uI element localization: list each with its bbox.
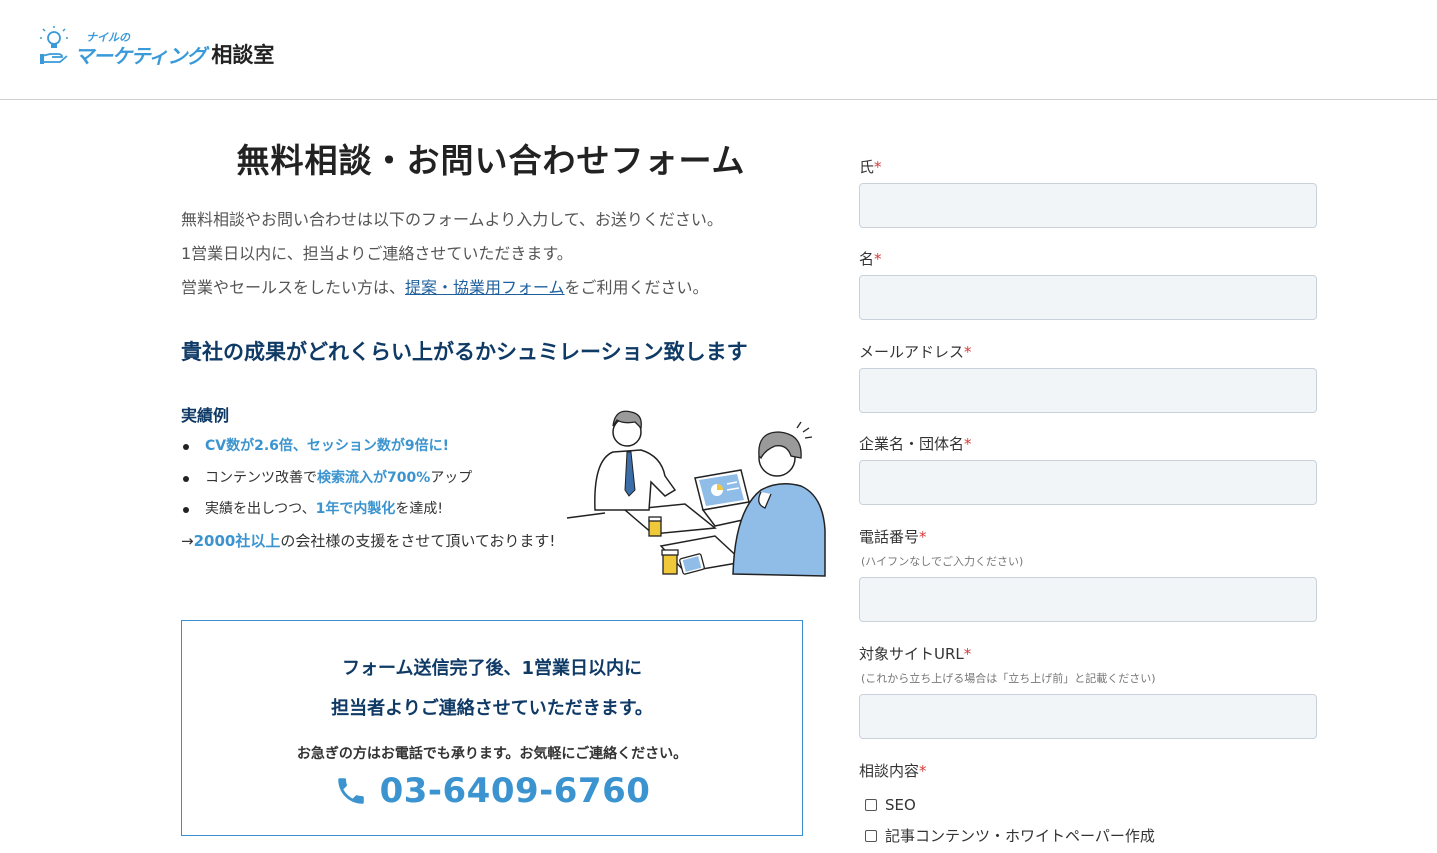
contact-box-note: お急ぎの方はお電話でも承ります。お気軽にご連絡ください。 bbox=[296, 746, 688, 762]
site-url-label: 対象サイトURL* bbox=[859, 645, 972, 663]
results-list-item: 実績を出しつつ、1年で内製化を達成! bbox=[181, 494, 472, 526]
page-title: 無料相談・お問い合わせフォーム bbox=[236, 141, 746, 180]
contact-box-line-1: フォーム送信完了後、1営業日以内に bbox=[342, 658, 642, 679]
last-name-label: 氏* bbox=[859, 158, 882, 176]
lightbulb-hand-icon bbox=[40, 26, 68, 64]
topic-option-label: 記事コンテンツ・ホワイトペーパー作成 bbox=[885, 827, 1155, 845]
site-url-hint: (これから立ち上げる場合は「立ち上げ前」と記載ください) bbox=[861, 672, 1156, 685]
company-label: 企業名・団体名* bbox=[859, 435, 972, 453]
company-input[interactable] bbox=[859, 460, 1317, 505]
intro-line-3: 営業やセールスをしたい方は、提案・協業用フォームをご利用ください。 bbox=[181, 271, 821, 305]
phone-contact[interactable]: 03-6409-6760 bbox=[182, 771, 802, 811]
topic-checkbox-content[interactable] bbox=[865, 829, 877, 842]
site-header: ナイルの マーケティング 相談室 bbox=[0, 0, 1437, 100]
required-mark: * bbox=[963, 645, 972, 663]
logo-suffix-text: 相談室 bbox=[211, 43, 275, 67]
topic-option-content[interactable]: 記事コンテンツ・ホワイトペーパー作成 bbox=[865, 825, 1155, 846]
site-url-input[interactable] bbox=[859, 694, 1317, 739]
intro-line-1: 無料相談やお問い合わせは以下のフォームより入力して、お送りください。 bbox=[181, 210, 723, 229]
logo-brand-text: マーケティング bbox=[74, 44, 206, 68]
intro-text: 無料相談やお問い合わせは以下のフォームより入力して、お送りください。 1営業日以… bbox=[181, 203, 821, 305]
phone-number[interactable]: 03-6409-6760 bbox=[380, 771, 651, 811]
consultation-illustration bbox=[566, 410, 826, 577]
results-list-item: コンテンツ改善で検索流入が700%アップ bbox=[181, 463, 472, 495]
phone-label: 電話番号* bbox=[859, 528, 927, 546]
last-name-input[interactable] bbox=[859, 183, 1317, 228]
simulation-heading: 貴社の成果がどれくらい上がるかシュミレーション致します bbox=[181, 340, 748, 364]
support-count-line: →2000社以上の会社様の支援をさせて頂いております! bbox=[181, 532, 556, 550]
intro-line-3-prefix: 営業やセールスをしたい方は、 bbox=[181, 278, 406, 297]
topic-checkbox-seo[interactable] bbox=[865, 799, 877, 811]
logo-small-text: ナイルの bbox=[86, 31, 130, 44]
topic-option-label: SEO bbox=[885, 796, 916, 814]
first-name-input[interactable] bbox=[859, 275, 1317, 320]
topic-label: 相談内容* bbox=[859, 762, 927, 780]
email-input[interactable] bbox=[859, 368, 1317, 413]
partnership-form-link[interactable]: 提案・協業用フォーム bbox=[405, 278, 565, 297]
site-logo[interactable]: ナイルの マーケティング 相談室 bbox=[40, 26, 274, 66]
intro-line-2: 1営業日以内に、担当よりご連絡させていただきます。 bbox=[181, 244, 573, 263]
required-mark: * bbox=[919, 762, 927, 780]
intro-line-3-suffix: をご利用ください。 bbox=[564, 278, 709, 297]
phone-icon bbox=[337, 778, 364, 804]
first-name-label: 名* bbox=[859, 250, 882, 268]
email-label: メールアドレス* bbox=[859, 343, 972, 361]
required-mark: * bbox=[964, 343, 972, 361]
contact-info-box: フォーム送信完了後、1営業日以内に 担当者よりご連絡させていただきます。 お急ぎ… bbox=[181, 620, 803, 836]
required-mark: * bbox=[964, 435, 972, 453]
phone-input[interactable] bbox=[859, 577, 1317, 622]
required-mark: * bbox=[919, 528, 927, 546]
results-list: CV数が2.6倍、セッション数が9倍に! コンテンツ改善で検索流入が700%アッ… bbox=[181, 431, 472, 526]
results-list-item: CV数が2.6倍、セッション数が9倍に! bbox=[181, 431, 472, 463]
topic-option-seo[interactable]: SEO bbox=[865, 796, 916, 814]
required-mark: * bbox=[874, 250, 882, 268]
required-mark: * bbox=[874, 158, 882, 176]
contact-box-line-2: 担当者よりご連絡させていただきます。 bbox=[331, 698, 653, 719]
results-title: 実績例 bbox=[181, 406, 230, 425]
phone-hint: (ハイフンなしでご入力ください) bbox=[861, 555, 1024, 568]
